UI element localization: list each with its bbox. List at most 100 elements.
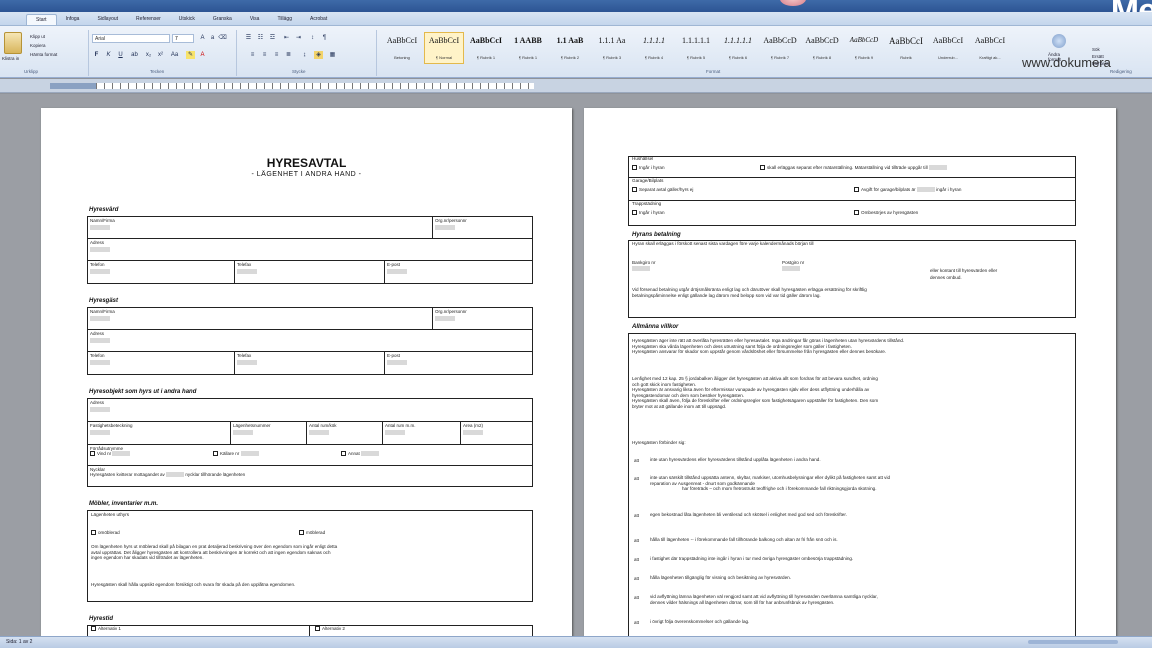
- rental-alt-2[interactable]: Alternativ 2: [315, 626, 345, 632]
- garage-fee-checkbox[interactable]: [854, 187, 859, 193]
- keys-field[interactable]: Nycklar Hyresgästen kvitterar mottagande…: [87, 465, 533, 487]
- show-marks-icon[interactable]: ¶: [320, 34, 329, 42]
- sort-icon[interactable]: ↕: [308, 34, 317, 42]
- tab-utskick[interactable]: Utskick: [170, 14, 204, 25]
- rental-alt-1[interactable]: Alternativ 1: [91, 626, 121, 632]
- copy-button[interactable]: Kopiera: [30, 41, 57, 50]
- electricity-included-option[interactable]: Ingår i hyran: [632, 165, 665, 171]
- storage-field[interactable]: Förrådsutrymme Vind nr Källare nr Annat: [87, 444, 533, 466]
- tab-granska[interactable]: Granska: [204, 14, 241, 25]
- cut-button[interactable]: Klipp ut: [30, 32, 57, 41]
- change-case-icon[interactable]: Aa: [170, 51, 179, 59]
- replace-button[interactable]: Ersätt: [1092, 53, 1109, 60]
- apartment-number-field[interactable]: Lägenhetsnummer: [230, 421, 307, 445]
- style-kraftigt[interactable]: AaBbCcI Kraftigt ak...: [970, 32, 1010, 64]
- font-name-select[interactable]: Arial: [92, 34, 170, 43]
- zoom-slider[interactable]: [1028, 640, 1118, 644]
- change-styles-button[interactable]: Ändra format: [1048, 52, 1070, 62]
- style-normal[interactable]: AaBbCcI ¶ Normal: [424, 32, 464, 64]
- strikethrough-icon[interactable]: ab: [130, 51, 139, 59]
- property-designation-field[interactable]: Fastighetsbeteckning: [87, 421, 231, 445]
- page-2[interactable]: Hushållsel Ingår i hyran skall erläggas …: [584, 108, 1116, 648]
- subscript-icon[interactable]: x₂: [144, 51, 153, 59]
- stair-tenant-option[interactable]: Ombesörjes av hyresgästen: [854, 210, 918, 216]
- garage-separate-option[interactable]: Separat avtal gäller/hyrs ej: [632, 187, 693, 193]
- multilevel-list-icon[interactable]: ☲: [268, 34, 277, 42]
- shrink-font-icon[interactable]: a: [208, 34, 217, 42]
- style-rubrik[interactable]: AaBbCcI Rubrik: [886, 32, 926, 64]
- stair-included-option[interactable]: Ingår i hyran: [632, 210, 665, 216]
- alt2-checkbox[interactable]: [315, 626, 320, 632]
- bullets-icon[interactable]: ☰: [244, 34, 253, 42]
- tenant-phone-field[interactable]: Telefon: [87, 351, 235, 375]
- style-rubrik-1-numbered[interactable]: 1 AABB ¶ Rubrik 1: [508, 32, 548, 64]
- decrease-indent-icon[interactable]: ⇤: [282, 34, 291, 42]
- landlord-orgnr-field[interactable]: Org.nr/personnr: [432, 216, 533, 239]
- highlight-icon[interactable]: ✎: [186, 51, 195, 59]
- clear-format-icon[interactable]: ⌫: [218, 34, 227, 42]
- stair-tenant-checkbox[interactable]: [854, 210, 859, 216]
- landlord-email-field[interactable]: E-post: [384, 260, 533, 284]
- format-painter-button[interactable]: Hämta format: [30, 50, 57, 59]
- align-left-icon[interactable]: ≡: [248, 51, 257, 59]
- increase-indent-icon[interactable]: ⇥: [294, 34, 303, 42]
- style-rubrik-2[interactable]: 1.1 AaB ¶ Rubrik 2: [550, 32, 590, 64]
- landlord-phone-field[interactable]: Telefon: [87, 260, 235, 284]
- borders-icon[interactable]: ▦: [328, 51, 337, 59]
- style-underrubrik[interactable]: AaBbCcI Underrub...: [928, 32, 968, 64]
- line-spacing-icon[interactable]: ↨: [300, 51, 309, 59]
- electricity-separate-checkbox[interactable]: [760, 165, 765, 171]
- style-rubrik-7[interactable]: AaBbCcD ¶ Rubrik 7: [760, 32, 800, 64]
- paste-icon[interactable]: [4, 32, 22, 54]
- style-betoning[interactable]: AaBbCcI Betoning: [382, 32, 422, 64]
- tab-tillagg[interactable]: Tillägg: [268, 14, 301, 25]
- page-count[interactable]: Sida: 1 av 2: [6, 639, 32, 645]
- style-rubrik-5[interactable]: 1.1.1.1.1 ¶ Rubrik 5: [676, 32, 716, 64]
- style-rubrik-1[interactable]: AaBbCcI ¶ Rubrik 1: [466, 32, 506, 64]
- landlord-fax-field[interactable]: Telefax: [234, 260, 385, 284]
- superscript-icon[interactable]: x²: [156, 51, 165, 59]
- justify-icon[interactable]: ≣: [284, 51, 293, 59]
- garage-separate-checkbox[interactable]: [632, 187, 637, 193]
- align-right-icon[interactable]: ≡: [272, 51, 281, 59]
- ruler-track[interactable]: [96, 83, 534, 89]
- numbering-icon[interactable]: ☷: [256, 34, 265, 42]
- alt1-checkbox[interactable]: [91, 626, 96, 632]
- shading-icon[interactable]: ◈: [314, 51, 323, 59]
- area-field[interactable]: Area (m2): [460, 421, 533, 445]
- style-rubrik-8[interactable]: AaBbCcD ¶ Rubrik 8: [802, 32, 842, 64]
- page-1[interactable]: HYRESAVTAL - LÄGENHET I ANDRA HAND - Hyr…: [41, 108, 572, 648]
- tab-start[interactable]: Start: [26, 14, 57, 25]
- postgiro-field[interactable]: Postgiro nr: [782, 260, 804, 271]
- font-color-icon[interactable]: A: [198, 51, 207, 59]
- rooms-field[interactable]: Antal rum/kök: [306, 421, 383, 445]
- find-button[interactable]: Sök: [1092, 46, 1109, 53]
- electricity-included-checkbox[interactable]: [632, 165, 637, 171]
- document-area[interactable]: HYRESAVTAL - LÄGENHET I ANDRA HAND - Hyr…: [0, 94, 1152, 648]
- electricity-separate-option[interactable]: skall erläggas separat efter mätarställn…: [760, 165, 1072, 171]
- tenant-email-field[interactable]: E-post: [384, 351, 533, 375]
- style-rubrik-9[interactable]: AaBbCcD ¶ Rubrik 9: [844, 32, 884, 64]
- kallare-checkbox[interactable]: [212, 451, 218, 457]
- tab-infoga[interactable]: Infoga: [57, 14, 89, 25]
- style-rubrik-4[interactable]: 1.1.1.1 ¶ Rubrik 4: [634, 32, 674, 64]
- tab-visa[interactable]: Visa: [241, 14, 269, 25]
- underline-icon[interactable]: U: [116, 51, 125, 59]
- object-address-field[interactable]: Adress: [87, 398, 533, 422]
- font-size-select[interactable]: 7: [172, 34, 194, 43]
- style-rubrik-3[interactable]: 1.1.1 Aa ¶ Rubrik 3: [592, 32, 632, 64]
- office-orb-icon[interactable]: [780, 0, 806, 6]
- landlord-name-field[interactable]: Namn/Firma: [87, 216, 433, 239]
- horizontal-ruler[interactable]: [0, 79, 1152, 93]
- furnished-option[interactable]: möblerad: [299, 530, 325, 536]
- vind-checkbox[interactable]: [90, 451, 95, 457]
- align-center-icon[interactable]: ≡: [260, 51, 269, 59]
- find-icon[interactable]: [1052, 34, 1066, 48]
- unfurnished-checkbox[interactable]: [91, 530, 96, 536]
- rooms-total-field[interactable]: Antal rum m.m.: [382, 421, 461, 445]
- tab-acrobat[interactable]: Acrobat: [301, 14, 336, 25]
- tenant-address-field[interactable]: Adress: [87, 329, 533, 352]
- bankgiro-field[interactable]: Bankgiro nr: [632, 260, 656, 271]
- tenant-fax-field[interactable]: Telefax: [234, 351, 385, 375]
- italic-icon[interactable]: K: [104, 51, 113, 59]
